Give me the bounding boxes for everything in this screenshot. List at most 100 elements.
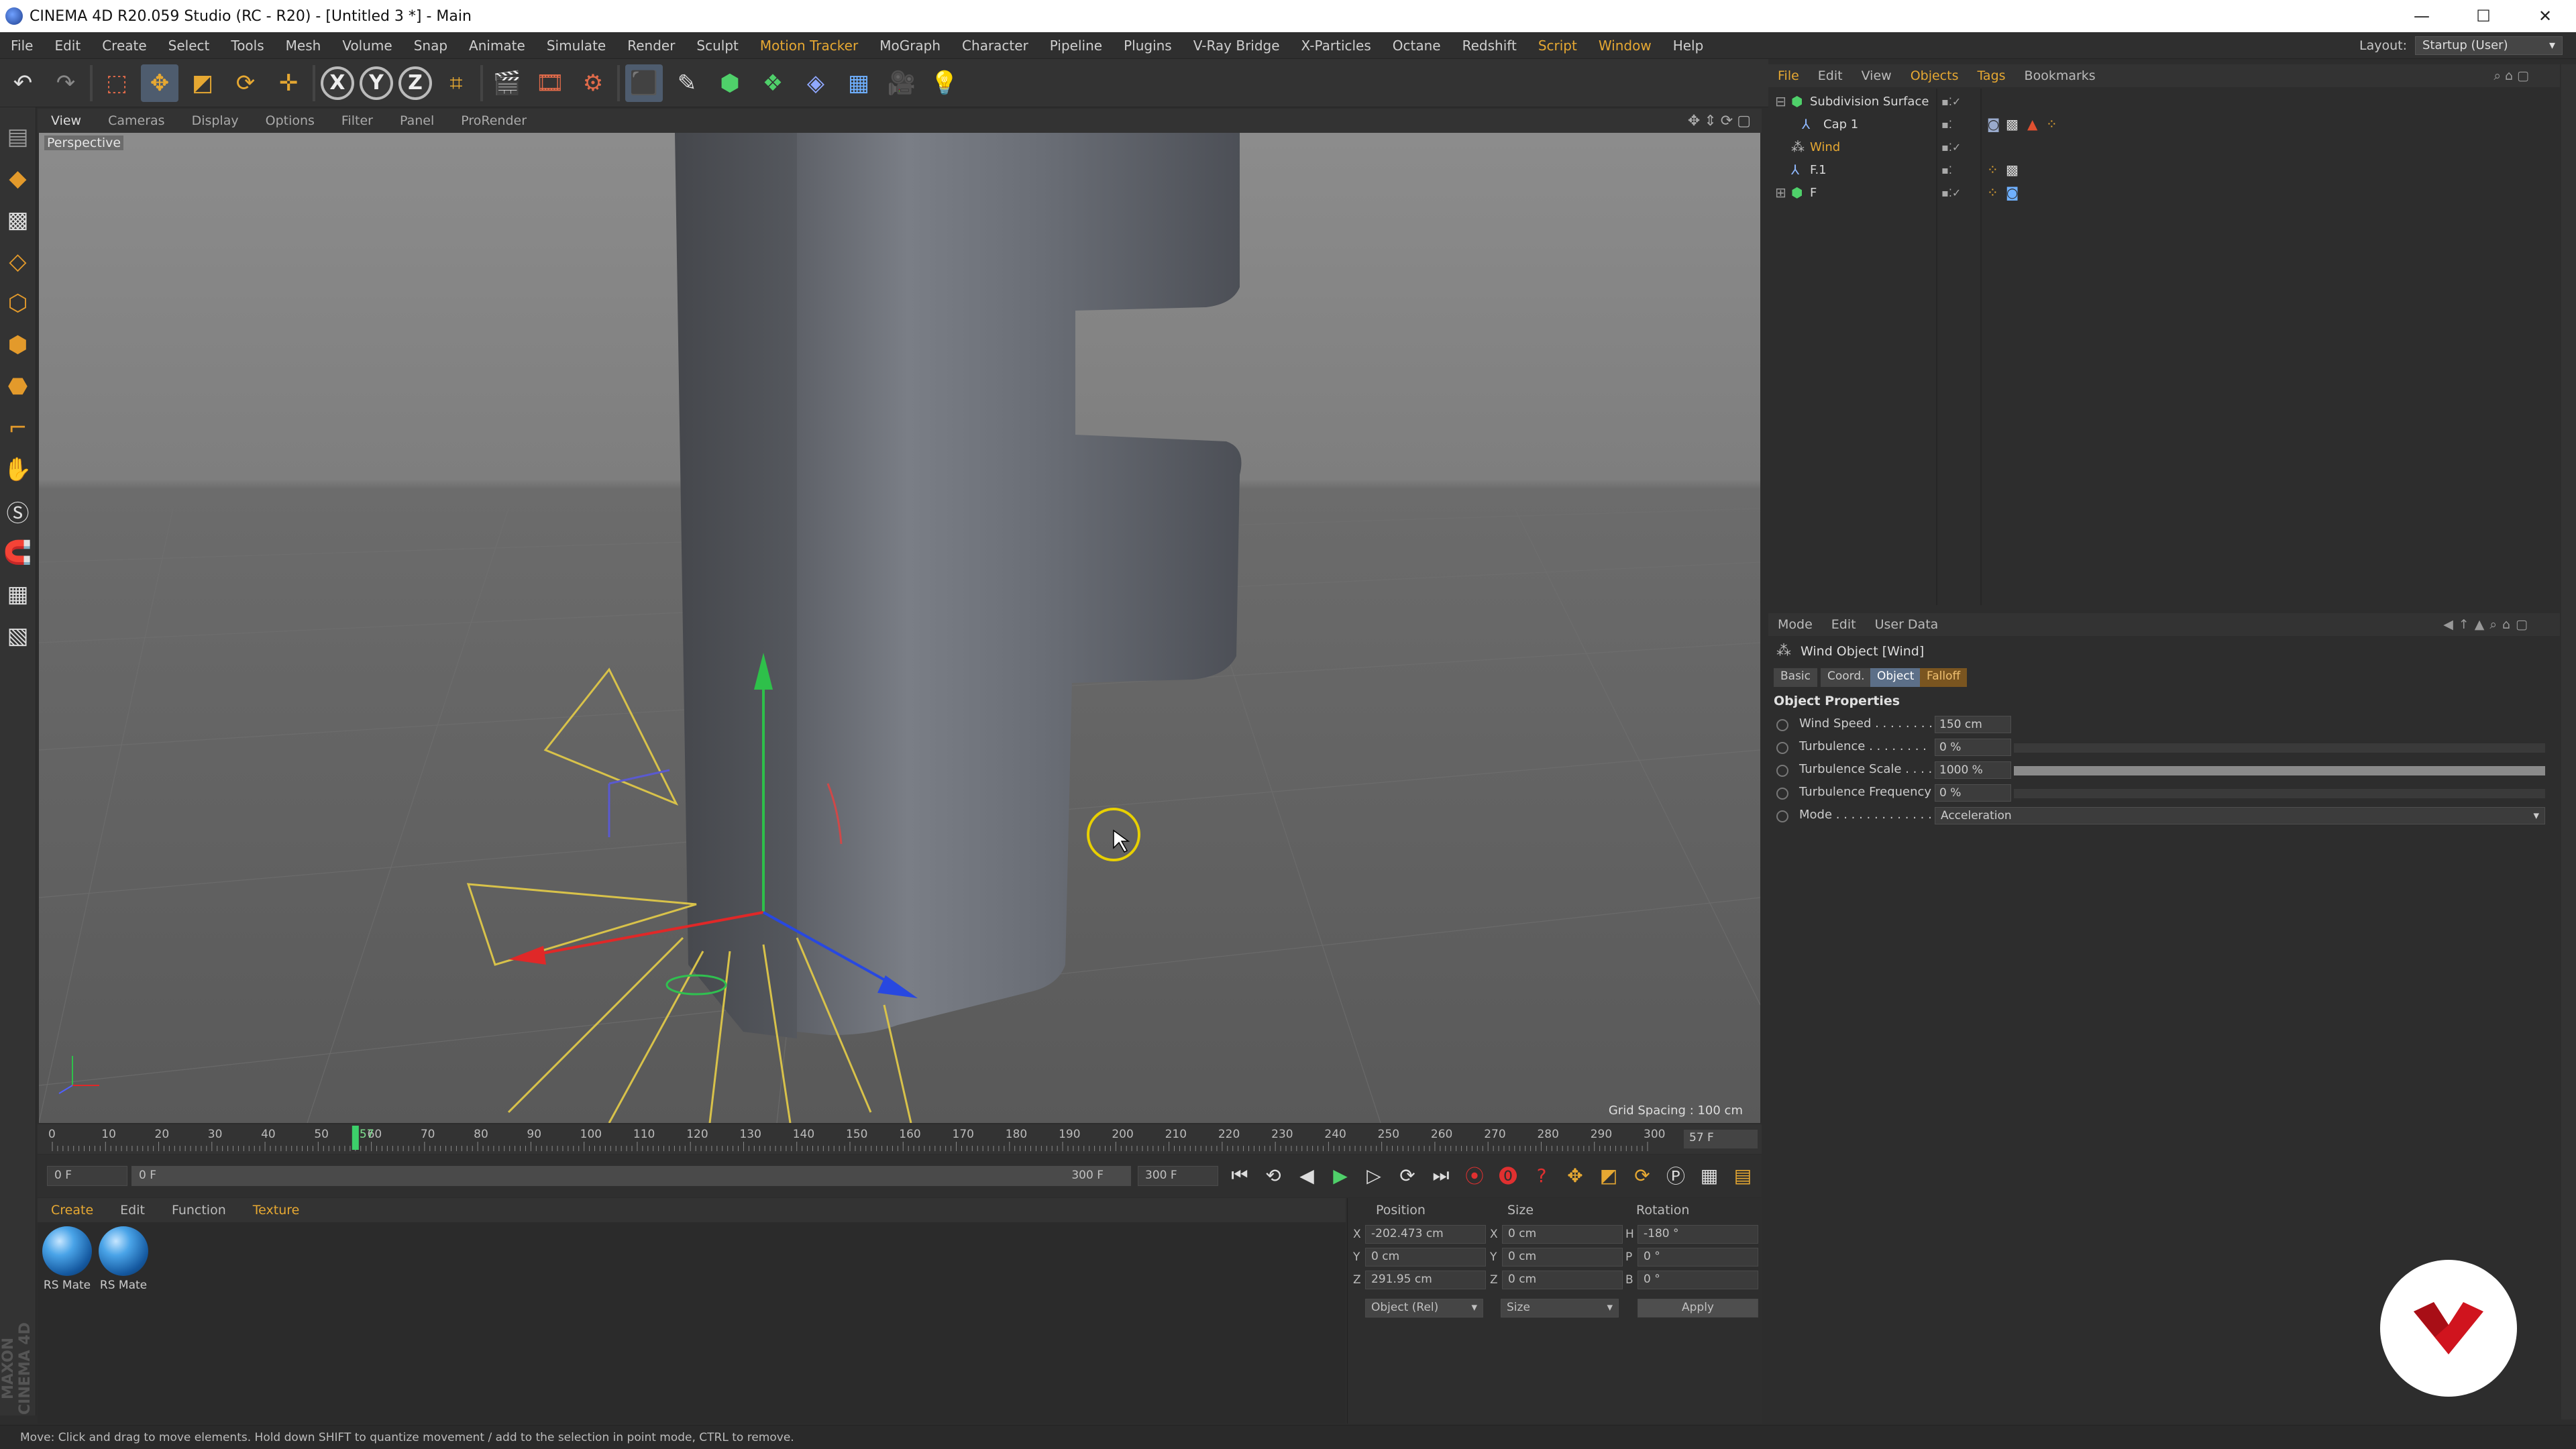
viewport-menu-view[interactable]: View	[38, 113, 95, 128]
object-row-subdivision-surface[interactable]: ⊟ ⬢ Subdivision Surface ▪⁚✓	[1768, 90, 2560, 113]
menu-animate[interactable]: Animate	[458, 38, 536, 54]
am-menu-user-data[interactable]: User Data	[1866, 617, 1948, 632]
point-level-key-icon[interactable]: ▦	[1695, 1161, 1724, 1190]
material-menu-function[interactable]: Function	[158, 1203, 239, 1218]
go-to-end-icon[interactable]: ⏭	[1426, 1161, 1456, 1190]
menu-plugins[interactable]: Plugins	[1113, 38, 1183, 54]
viewport-menu-prorender[interactable]: ProRender	[447, 113, 540, 128]
x-axis-arrow-icon[interactable]	[508, 946, 546, 965]
perspective-viewport[interactable]: Perspective Grid Spacing : 100 cm	[39, 133, 1760, 1123]
phong-tag-icon[interactable]: ▲	[2027, 116, 2037, 132]
object-row-cap-1[interactable]: ⅄ Cap 1 ▪⁚ ◙ ▩ ▲ ⁘	[1768, 113, 2560, 136]
move-tool-icon[interactable]: ✥	[141, 64, 178, 102]
letter-f-mesh[interactable]	[797, 133, 1242, 1035]
menu-edit[interactable]: Edit	[44, 38, 91, 54]
menu-sculpt[interactable]: Sculpt	[686, 38, 749, 54]
menu-motion-tracker[interactable]: Motion Tracker	[749, 38, 869, 54]
z-axis-lock-icon[interactable]: Z	[398, 66, 432, 100]
menu-help[interactable]: Help	[1662, 38, 1715, 54]
turbulence-frequency-slider[interactable]	[2014, 789, 2545, 798]
selection-tag-icon[interactable]: ⁘	[1987, 162, 1998, 178]
position-key-icon[interactable]: ✥	[1560, 1161, 1590, 1190]
selection-tag-icon[interactable]: ⁘	[2046, 116, 2057, 132]
menu-mograph[interactable]: MoGraph	[869, 38, 951, 54]
visibility-icon[interactable]: ▪⁚✓	[1941, 141, 1961, 154]
expand-icon[interactable]: ⊞	[1775, 184, 1786, 201]
object-row-wind[interactable]: ⁂ Wind ▪⁚✓	[1768, 136, 2560, 158]
locked-workplane-icon[interactable]: ▦	[3, 577, 33, 612]
material-swatch[interactable]: RS Mate	[40, 1226, 94, 1292]
position-x-field[interactable]: -202.473 cm	[1365, 1225, 1486, 1244]
planar-workplane-icon[interactable]: ▧	[3, 619, 33, 653]
rotation-p-field[interactable]: 0 °	[1638, 1248, 1758, 1267]
menu-octane[interactable]: Octane	[1382, 38, 1452, 54]
material-menu-create[interactable]: Create	[38, 1203, 107, 1218]
selection-tag-icon[interactable]: ⁘	[1987, 184, 1998, 201]
am-navigation-icons[interactable]: ◀↑▲⌕⌂▢	[2443, 617, 2533, 632]
om-menu-edit[interactable]: Edit	[1809, 68, 1852, 83]
mode-select[interactable]: Acceleration ▾	[1935, 807, 2545, 824]
points-mode-icon[interactable]: ⬡	[3, 286, 33, 321]
tab-falloff[interactable]: Falloff	[1920, 668, 1968, 687]
om-menu-file[interactable]: File	[1768, 68, 1809, 83]
rotation-b-field[interactable]: 0 °	[1638, 1271, 1758, 1289]
rotation-h-field[interactable]: -180 °	[1638, 1225, 1758, 1244]
redo-icon[interactable]: ↷	[47, 64, 85, 102]
render-picture-viewer-icon[interactable]: 🎞	[531, 64, 569, 102]
axis-mode-icon[interactable]: ⌐	[3, 411, 33, 445]
record-keys-icon[interactable]: ⦿	[1460, 1161, 1489, 1190]
object-row-f[interactable]: ⊞ ⬢ F ▪⁚✓ ⁘ ◙	[1768, 181, 2560, 204]
om-menu-objects[interactable]: Objects	[1901, 68, 1968, 83]
play-icon[interactable]: ▶	[1326, 1161, 1355, 1190]
viewport-menu-panel[interactable]: Panel	[386, 113, 447, 128]
animation-radio-icon[interactable]	[1776, 765, 1788, 777]
menu-x-particles[interactable]: X-Particles	[1291, 38, 1382, 54]
cloner-icon[interactable]: ❖	[754, 64, 792, 102]
viewport-menu-cameras[interactable]: Cameras	[95, 113, 178, 128]
menu-tools[interactable]: Tools	[220, 38, 274, 54]
apply-button[interactable]: Apply	[1638, 1299, 1758, 1318]
viewport-menu-options[interactable]: Options	[252, 113, 328, 128]
coordinate-system-icon[interactable]: ⌗	[437, 64, 475, 102]
animation-radio-icon[interactable]	[1776, 810, 1788, 822]
visibility-icon[interactable]: ▪⁚✓	[1941, 95, 1961, 108]
floor-icon[interactable]: ▦	[840, 64, 877, 102]
rotation-key-icon[interactable]: ⟳	[1627, 1161, 1657, 1190]
animation-radio-icon[interactable]	[1776, 788, 1788, 800]
om-menu-bookmarks[interactable]: Bookmarks	[2015, 68, 2105, 83]
previous-key-icon[interactable]: ⟲	[1258, 1161, 1288, 1190]
parameter-key-icon[interactable]: Ⓟ	[1661, 1161, 1690, 1190]
texture-mode-icon[interactable]: ▩	[3, 203, 33, 237]
visibility-icon[interactable]: ▪⁚	[1941, 118, 1952, 131]
playhead-marker[interactable]	[352, 1126, 359, 1150]
edges-mode-icon[interactable]: ⬢	[3, 327, 33, 362]
deformer-icon[interactable]: ◈	[797, 64, 835, 102]
minimize-button[interactable]: —	[2391, 0, 2453, 32]
scale-tool-icon[interactable]: ◩	[184, 64, 221, 102]
start-frame-field[interactable]: 0 F	[47, 1166, 127, 1186]
end-frame-field[interactable]: 300 F	[1138, 1166, 1218, 1186]
live-selection-icon[interactable]: ⬚	[98, 64, 136, 102]
keyframe-selection-icon[interactable]: ?	[1527, 1161, 1556, 1190]
om-search-icons[interactable]: ⌕⌂▢	[2493, 68, 2533, 83]
y-axis-lock-icon[interactable]: Y	[360, 66, 393, 100]
light-icon[interactable]: 💡	[926, 64, 963, 102]
menu-redshift[interactable]: Redshift	[1452, 38, 1527, 54]
timeline-scheme-icon[interactable]: ▤	[1728, 1161, 1758, 1190]
am-menu-edit[interactable]: Edit	[1822, 617, 1866, 632]
size-y-field[interactable]: 0 cm	[1502, 1248, 1623, 1267]
current-frame-field[interactable]: 57 F	[1684, 1130, 1758, 1148]
menu-script[interactable]: Script	[1527, 38, 1588, 54]
workplane-icon[interactable]: ◇	[3, 244, 33, 279]
camera-icon[interactable]: 🎥	[883, 64, 920, 102]
menu-volume[interactable]: Volume	[331, 38, 402, 54]
om-menu-view[interactable]: View	[1852, 68, 1901, 83]
menu-select[interactable]: Select	[158, 38, 221, 54]
position-z-field[interactable]: 291.95 cm	[1365, 1271, 1486, 1289]
turbulence-frequency-field[interactable]: 0 %	[1935, 784, 2011, 802]
menu-render[interactable]: Render	[616, 38, 686, 54]
next-key-icon[interactable]: ⟳	[1393, 1161, 1422, 1190]
menu-window[interactable]: Window	[1588, 38, 1662, 54]
turbulence-slider[interactable]	[2014, 743, 2545, 753]
cube-primitive-icon[interactable]: ⬛	[625, 64, 663, 102]
